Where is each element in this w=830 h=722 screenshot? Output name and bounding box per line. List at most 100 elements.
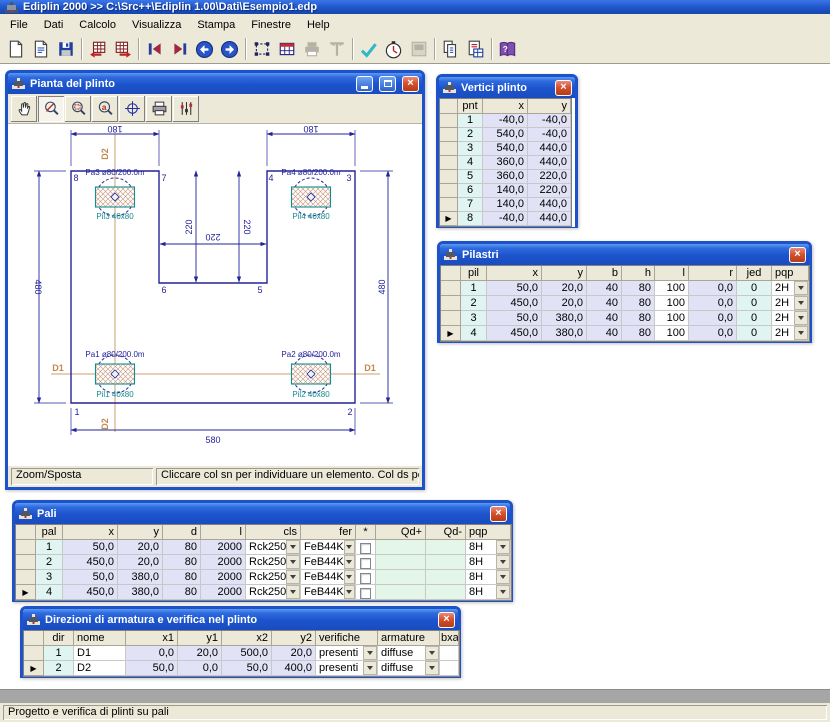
- cell-verifiche[interactable]: presenti: [316, 661, 378, 676]
- cell-pnt[interactable]: 7: [458, 198, 483, 212]
- checkbox[interactable]: [360, 573, 371, 584]
- cell-pil[interactable]: 4: [461, 326, 487, 341]
- open-file-button[interactable]: [28, 37, 53, 62]
- cell-y2[interactable]: 400,0: [272, 661, 316, 676]
- row-selector[interactable]: [441, 311, 461, 326]
- cell-y[interactable]: 20,0: [542, 296, 587, 311]
- cell-qd-minus[interactable]: [426, 555, 466, 570]
- cell-l[interactable]: 2000: [201, 540, 246, 555]
- menu-calcolo[interactable]: Calcolo: [71, 16, 124, 34]
- cell-pil[interactable]: 1: [461, 281, 487, 296]
- cell-armature[interactable]: diffuse: [378, 661, 440, 676]
- cell-qd-plus[interactable]: [376, 555, 426, 570]
- cell-y1[interactable]: 20,0: [178, 646, 222, 661]
- cell-cls[interactable]: Rck250: [246, 570, 301, 585]
- cell-x[interactable]: 450,0: [63, 555, 118, 570]
- row-selector[interactable]: [441, 281, 461, 296]
- cell-bxa[interactable]: [440, 661, 459, 676]
- cell-dir[interactable]: 1: [44, 646, 74, 661]
- cell-x1[interactable]: 50,0: [126, 661, 178, 676]
- cell-pqp[interactable]: 2H: [772, 296, 809, 311]
- checkbox[interactable]: [360, 588, 371, 599]
- cell-x[interactable]: 450,0: [487, 326, 542, 341]
- cell-pal[interactable]: 3: [36, 570, 63, 585]
- cell-dir[interactable]: 2: [44, 661, 74, 676]
- cell-fer[interactable]: FeB44K: [301, 555, 356, 570]
- pali-titlebar[interactable]: Pali ×: [15, 503, 510, 524]
- dropdown-button[interactable]: [496, 540, 510, 554]
- save-file-button[interactable]: [53, 37, 78, 62]
- menu-visualizza[interactable]: Visualizza: [124, 16, 189, 34]
- cell-x2[interactable]: 500,0: [222, 646, 272, 661]
- cell-jed[interactable]: 0: [737, 311, 772, 326]
- next-button[interactable]: [217, 37, 242, 62]
- cell-pnt[interactable]: 4: [458, 156, 483, 170]
- dropdown-button[interactable]: [286, 570, 300, 584]
- row-selector[interactable]: [441, 296, 461, 311]
- cell-x[interactable]: -40,0: [483, 212, 528, 226]
- cell-y[interactable]: 20,0: [542, 281, 587, 296]
- cell-y2[interactable]: 20,0: [272, 646, 316, 661]
- checkbox[interactable]: [360, 558, 371, 569]
- drawing-canvas[interactable]: D2 D2 D1 D1 Pa3 ø80/200.0m Pil3 4: [8, 124, 422, 466]
- dropdown-button[interactable]: [363, 661, 377, 675]
- cell-fer[interactable]: FeB44K: [301, 570, 356, 585]
- dati-grid-prev-button[interactable]: [85, 37, 110, 62]
- dropdown-button[interactable]: [794, 311, 808, 325]
- pianta-titlebar[interactable]: Pianta del plinto ×: [8, 73, 422, 94]
- close-button[interactable]: ×: [402, 76, 419, 92]
- cell-y1[interactable]: 0,0: [178, 661, 222, 676]
- first-record-button[interactable]: [142, 37, 167, 62]
- dropdown-button[interactable]: [425, 661, 439, 675]
- dropdown-button[interactable]: [496, 570, 510, 584]
- cell-y[interactable]: 20,0: [118, 540, 163, 555]
- cell-x[interactable]: 540,0: [483, 128, 528, 142]
- cell-pnt[interactable]: 3: [458, 142, 483, 156]
- menu-dati[interactable]: Dati: [36, 16, 72, 34]
- dropdown-button[interactable]: [425, 646, 439, 660]
- cell-pnt[interactable]: 5: [458, 170, 483, 184]
- cell-b[interactable]: 40: [587, 281, 622, 296]
- cell-flag[interactable]: [356, 555, 376, 570]
- row-selector[interactable]: [16, 540, 36, 555]
- cell-r[interactable]: 0,0: [689, 326, 737, 341]
- dati-grid-next-button[interactable]: [110, 37, 135, 62]
- cell-qd-minus[interactable]: [426, 585, 466, 600]
- cell-flag[interactable]: [356, 540, 376, 555]
- row-selector[interactable]: [440, 170, 458, 184]
- cell-h[interactable]: 80: [622, 311, 655, 326]
- cell-pnt[interactable]: 6: [458, 184, 483, 198]
- cell-x2[interactable]: 50,0: [222, 661, 272, 676]
- dropdown-button[interactable]: [344, 585, 355, 599]
- cell-cls[interactable]: Rck250: [246, 555, 301, 570]
- pilastri-grid-button[interactable]: [274, 37, 299, 62]
- display-options-button[interactable]: [173, 96, 199, 122]
- cell-x1[interactable]: 0,0: [126, 646, 178, 661]
- cell-x[interactable]: -40,0: [483, 114, 528, 128]
- menu-file[interactable]: File: [2, 16, 36, 34]
- row-selector[interactable]: [24, 646, 44, 661]
- row-selector[interactable]: [440, 156, 458, 170]
- cell-verifiche[interactable]: presenti: [316, 646, 378, 661]
- direzioni-titlebar[interactable]: Direzioni di armatura e verifica nel pli…: [23, 609, 458, 630]
- cell-d[interactable]: 80: [163, 540, 201, 555]
- cell-flag[interactable]: [356, 585, 376, 600]
- dropdown-button[interactable]: [344, 540, 355, 554]
- cell-jed[interactable]: 0: [737, 281, 772, 296]
- row-selector[interactable]: ▶: [441, 326, 461, 341]
- close-button[interactable]: ×: [490, 506, 507, 522]
- cell-armature[interactable]: diffuse: [378, 646, 440, 661]
- minimize-button[interactable]: [356, 76, 373, 92]
- cell-y[interactable]: 220,0: [528, 184, 571, 198]
- row-selector[interactable]: [16, 570, 36, 585]
- cell-qd-plus[interactable]: [376, 585, 426, 600]
- cell-l[interactable]: 100: [655, 281, 689, 296]
- cell-h[interactable]: 80: [622, 326, 655, 341]
- cell-pqp[interactable]: 8H: [466, 540, 511, 555]
- zoom-pointer-button[interactable]: [38, 96, 64, 122]
- cell-r[interactable]: 0,0: [689, 296, 737, 311]
- dropdown-button[interactable]: [344, 570, 355, 584]
- cell-b[interactable]: 40: [587, 296, 622, 311]
- dropdown-button[interactable]: [794, 296, 808, 310]
- cell-pnt[interactable]: 1: [458, 114, 483, 128]
